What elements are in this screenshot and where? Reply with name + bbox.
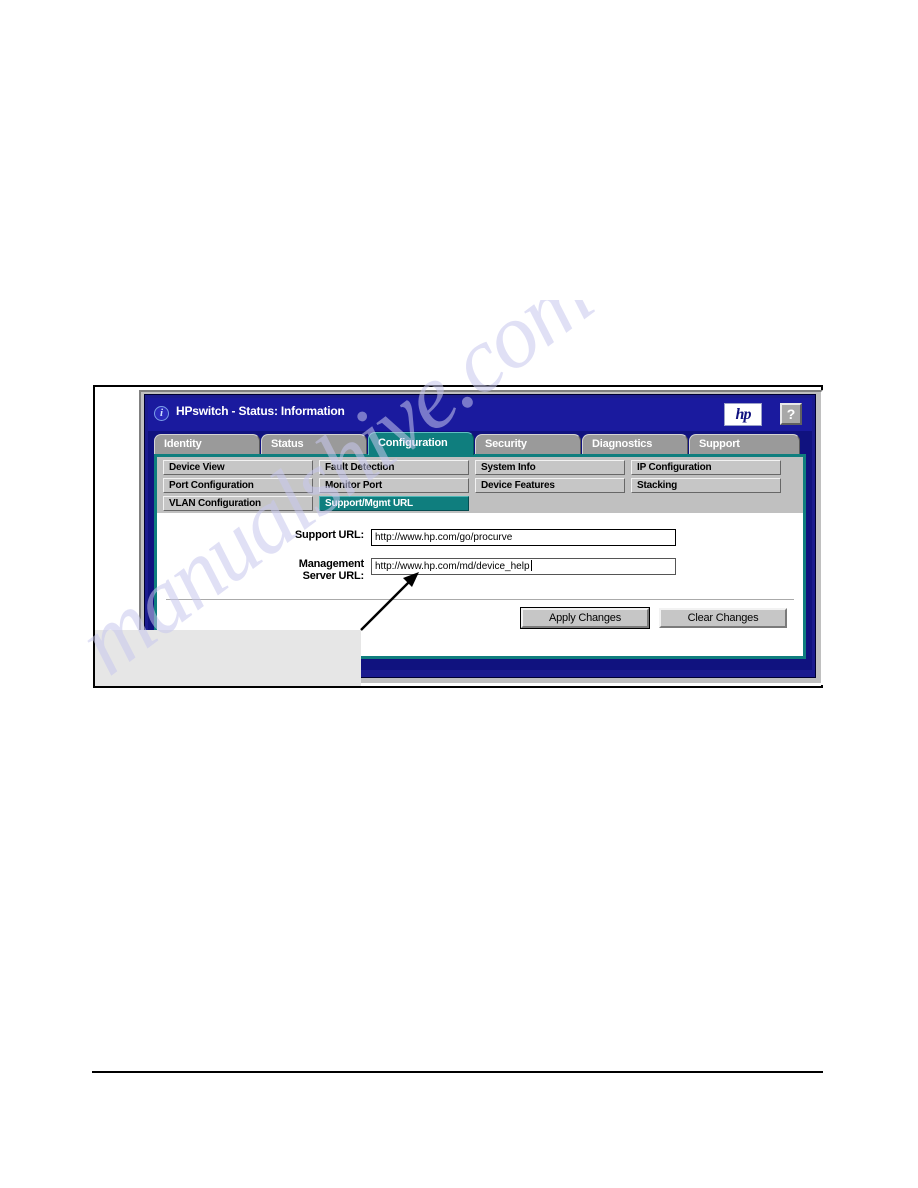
tab-status[interactable]: Status bbox=[261, 434, 367, 455]
subnav-device-view[interactable]: Device View bbox=[163, 460, 313, 475]
clear-changes-button[interactable]: Clear Changes bbox=[659, 608, 787, 628]
subnav-system-info[interactable]: System Info bbox=[475, 460, 625, 475]
support-url-input[interactable]: http://www.hp.com/go/procurve bbox=[371, 529, 676, 546]
support-url-label: Support URL: bbox=[294, 529, 364, 541]
management-server-url-value: http://www.hp.com/md/device_help bbox=[375, 561, 530, 572]
subnav-fault-detection[interactable]: Fault Detection bbox=[319, 460, 469, 475]
tab-strip: Identity Status Configuration Security D… bbox=[148, 431, 812, 455]
tab-configuration[interactable]: Configuration bbox=[368, 432, 474, 455]
subnav-row: Port Configuration Monitor Port Device F… bbox=[163, 478, 799, 493]
subnav-row: VLAN Configuration Support/Mgmt URL bbox=[163, 496, 799, 511]
info-circle-icon: i bbox=[154, 406, 169, 421]
hp-logo: hp bbox=[724, 403, 762, 426]
subnav-ip-configuration[interactable]: IP Configuration bbox=[631, 460, 781, 475]
window-titlebar: i HPswitch - Status: Information hp ? bbox=[148, 398, 812, 431]
subnav-support-mgmt-url[interactable]: Support/Mgmt URL bbox=[319, 496, 469, 511]
management-server-url-label-line2: Server URL: bbox=[302, 570, 365, 582]
page-bottom-rule bbox=[92, 1071, 823, 1073]
tab-security[interactable]: Security bbox=[475, 434, 581, 455]
subnav-grid: Device View Fault Detection System Info … bbox=[157, 457, 803, 513]
form-action-bar: Apply Changes Clear Changes bbox=[520, 607, 787, 629]
subnav-monitor-port[interactable]: Monitor Port bbox=[319, 478, 469, 493]
subnav-port-configuration[interactable]: Port Configuration bbox=[163, 478, 313, 493]
gray-overlay-block bbox=[95, 630, 361, 686]
text-caret bbox=[530, 560, 532, 571]
content-shell: Device View Fault Detection System Info … bbox=[154, 454, 806, 659]
subnav-row: Device View Fault Detection System Info … bbox=[163, 460, 799, 475]
subnav-stacking[interactable]: Stacking bbox=[631, 478, 781, 493]
hp-logo-text: hp bbox=[735, 406, 752, 423]
management-server-url-label: Management Server URL: bbox=[275, 558, 371, 582]
support-url-row: Support URL: http://www.hp.com/go/procur… bbox=[275, 529, 676, 546]
content-pane: Device View Fault Detection System Info … bbox=[157, 457, 803, 656]
subnav-vlan-configuration[interactable]: VLAN Configuration bbox=[163, 496, 313, 511]
management-server-url-label-line1: Management bbox=[298, 558, 364, 570]
apply-changes-button[interactable]: Apply Changes bbox=[520, 607, 650, 629]
subnav-device-features[interactable]: Device Features bbox=[475, 478, 625, 493]
tab-support[interactable]: Support bbox=[689, 434, 800, 455]
window-title: HPswitch - Status: Information bbox=[176, 404, 345, 418]
form-divider bbox=[166, 599, 794, 600]
management-server-url-row: Management Server URL: http://www.hp.com… bbox=[275, 558, 676, 582]
tab-identity[interactable]: Identity bbox=[154, 434, 260, 455]
tab-diagnostics[interactable]: Diagnostics bbox=[582, 434, 688, 455]
management-server-url-input[interactable]: http://www.hp.com/md/device_help bbox=[371, 558, 676, 575]
help-button[interactable]: ? bbox=[780, 403, 802, 425]
